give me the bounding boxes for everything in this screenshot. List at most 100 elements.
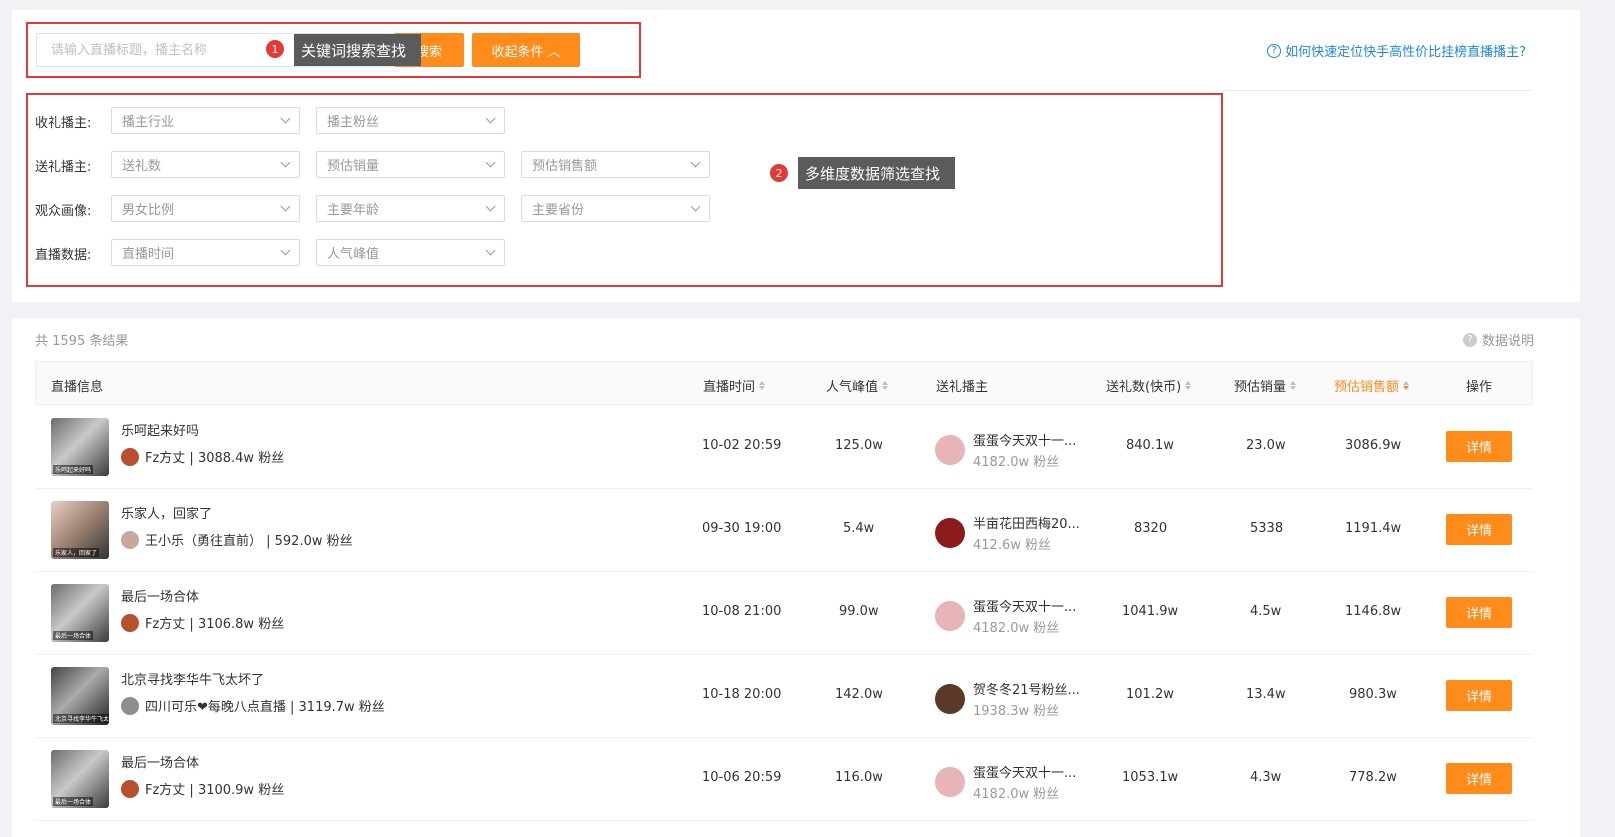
chevron-down-icon <box>690 201 701 212</box>
help-link[interactable]: ? 如何快速定位快手高性价比挂榜直播播主? <box>1267 41 1526 60</box>
live-time: 09-30 19:00 <box>702 521 782 536</box>
live-title[interactable]: 乐家人，回家了 <box>121 503 212 522</box>
gifter-info[interactable]: 半亩花田西梅20... 412.6w 粉丝 <box>935 513 1080 553</box>
table-header: 直播信息 直播时间 人气峰值 送礼播主 送礼数(快币) 预估销量 预估销售额 操… <box>35 361 1533 405</box>
dropdown-age[interactable]: 主要年龄 <box>316 195 505 222</box>
question-icon: ? <box>1462 332 1477 347</box>
live-title[interactable]: 最后一场合体 <box>121 752 199 771</box>
sort-icon <box>1185 381 1192 390</box>
streamer-info[interactable]: Fz方丈 | 3100.9w 粉丝 <box>121 779 284 798</box>
filter-panel: 搜索 收起条件 ︿ 1 关键词搜索查找 ? 如何快速定位快手高性价比挂榜直播播主… <box>12 10 1580 302</box>
chevron-down-icon <box>280 157 291 168</box>
filter-label-audience: 观众画像: <box>35 204 92 219</box>
avatar <box>935 767 965 797</box>
chevron-down-icon <box>485 157 496 168</box>
dropdown-province[interactable]: 主要省份 <box>521 195 710 222</box>
dropdown-revenue[interactable]: 预估销售额 <box>521 151 710 178</box>
sort-icon <box>1290 381 1297 390</box>
avatar <box>121 613 139 632</box>
dropdown-industry[interactable]: 播主行业 <box>111 107 300 134</box>
th-time[interactable]: 直播时间 <box>703 376 766 395</box>
detail-button[interactable]: 详情 <box>1446 763 1512 794</box>
gift-count: 1053.1w <box>1122 770 1179 785</box>
sort-icon <box>882 381 889 390</box>
avatar <box>121 696 139 715</box>
gift-count: 840.1w <box>1126 438 1174 453</box>
live-time: 10-08 21:00 <box>702 604 782 619</box>
data-note-link[interactable]: ? 数据说明 <box>1462 330 1534 349</box>
avatar <box>935 601 965 631</box>
detail-button[interactable]: 详情 <box>1446 597 1512 628</box>
peak-value: 142.0w <box>835 687 883 702</box>
gifter-info[interactable]: 蛋蛋今天双十一... 4182.0w 粉丝 <box>935 762 1076 802</box>
detail-button[interactable]: 详情 <box>1446 431 1512 462</box>
th-revenue[interactable]: 预估销售额 <box>1334 376 1410 395</box>
avatar <box>935 684 965 714</box>
revenue-value: 980.3w <box>1349 687 1397 702</box>
th-peak[interactable]: 人气峰值 <box>826 376 889 395</box>
revenue-value: 778.2w <box>1349 770 1397 785</box>
streamer-info[interactable]: Fz方丈 | 3088.4w 粉丝 <box>121 447 284 466</box>
live-time: 10-18 20:00 <box>702 687 782 702</box>
filter-label-live-data: 直播数据: <box>35 248 92 263</box>
live-time: 10-06 20:59 <box>702 770 782 785</box>
live-time: 10-02 20:59 <box>702 438 782 453</box>
sales-value: 13.4w <box>1246 687 1286 702</box>
filter-label-receiver: 收礼播主: <box>35 116 92 131</box>
gift-count: 1041.9w <box>1122 604 1179 619</box>
dropdown-gender[interactable]: 男女比例 <box>111 195 300 222</box>
sales-value: 5338 <box>1250 521 1284 536</box>
peak-value: 99.0w <box>839 604 879 619</box>
data-note-text: 数据说明 <box>1481 334 1534 349</box>
sort-icon <box>759 381 766 390</box>
live-thumbnail[interactable]: 乐呵起来好吗 <box>51 418 109 476</box>
chevron-down-icon <box>690 157 701 168</box>
dropdown-live-time[interactable]: 直播时间 <box>111 239 300 266</box>
table-row: 最后一场合体 最后一场合体 Fz方丈 | 3106.8w 粉丝 10-08 21… <box>35 572 1533 655</box>
revenue-value: 1146.8w <box>1345 604 1402 619</box>
live-title[interactable]: 乐呵起来好吗 <box>121 420 199 439</box>
annotation-tooltip-1: 关键词搜索查找 <box>294 34 421 66</box>
peak-value: 116.0w <box>835 770 883 785</box>
divider <box>1222 90 1532 91</box>
gifter-info[interactable]: 蛋蛋今天双十一... 4182.0w 粉丝 <box>935 596 1076 636</box>
streamer-info[interactable]: 四川可乐❤每晚八点直播 | 3119.7w 粉丝 <box>121 696 385 715</box>
detail-button[interactable]: 详情 <box>1446 514 1512 545</box>
live-thumbnail[interactable]: 最后一场合体 <box>51 750 109 808</box>
streamer-info[interactable]: 王小乐（勇往直前） | 592.0w 粉丝 <box>121 530 353 549</box>
avatar <box>935 518 965 548</box>
annotation-badge-1: 1 <box>266 40 284 58</box>
chevron-down-icon <box>485 245 496 256</box>
live-title[interactable]: 最后一场合体 <box>121 586 199 605</box>
th-gifts[interactable]: 送礼数(快币) <box>1106 376 1192 395</box>
table-row: 最后一场合体 最后一场合体 Fz方丈 | 3100.9w 粉丝 10-06 20… <box>35 738 1533 821</box>
table-row: 乐家人，回家了 乐家人，回家了 王小乐（勇往直前） | 592.0w 粉丝 09… <box>35 489 1533 572</box>
avatar <box>935 435 965 465</box>
annotation-tooltip-2: 多维度数据筛选查找 <box>798 157 955 189</box>
th-action: 操作 <box>1466 380 1493 395</box>
peak-value: 5.4w <box>843 521 875 536</box>
live-thumbnail[interactable]: 乐家人，回家了 <box>51 501 109 559</box>
dropdown-peak[interactable]: 人气峰值 <box>316 239 505 266</box>
dropdown-fans[interactable]: 播主粉丝 <box>316 107 505 134</box>
live-thumbnail[interactable]: 北京寻找李华牛飞太坏了 <box>51 667 109 725</box>
avatar <box>121 779 139 798</box>
th-sales[interactable]: 预估销量 <box>1234 376 1297 395</box>
avatar <box>121 530 139 549</box>
chevron-down-icon <box>280 113 291 124</box>
help-link-text: 如何快速定位快手高性价比挂榜直播播主? <box>1285 45 1526 60</box>
th-gifter: 送礼播主 <box>936 380 989 395</box>
live-thumbnail[interactable]: 最后一场合体 <box>51 584 109 642</box>
table-row: 乐呵起来好吗 乐呵起来好吗 Fz方丈 | 3088.4w 粉丝 10-02 20… <box>35 406 1533 489</box>
detail-button[interactable]: 详情 <box>1446 680 1512 711</box>
chevron-down-icon <box>280 245 291 256</box>
annotation-badge-2: 2 <box>770 164 788 182</box>
dropdown-sales[interactable]: 预估销量 <box>316 151 505 178</box>
result-count: 共 1595 条结果 <box>35 334 129 349</box>
streamer-info[interactable]: Fz方丈 | 3106.8w 粉丝 <box>121 613 284 632</box>
gifter-info[interactable]: 贺冬冬21号粉丝... 1938.3w 粉丝 <box>935 679 1080 719</box>
chevron-down-icon <box>280 201 291 212</box>
dropdown-gifts[interactable]: 送礼数 <box>111 151 300 178</box>
gifter-info[interactable]: 蛋蛋今天双十一... 4182.0w 粉丝 <box>935 430 1076 470</box>
live-title[interactable]: 北京寻找李华牛飞太坏了 <box>121 669 264 688</box>
